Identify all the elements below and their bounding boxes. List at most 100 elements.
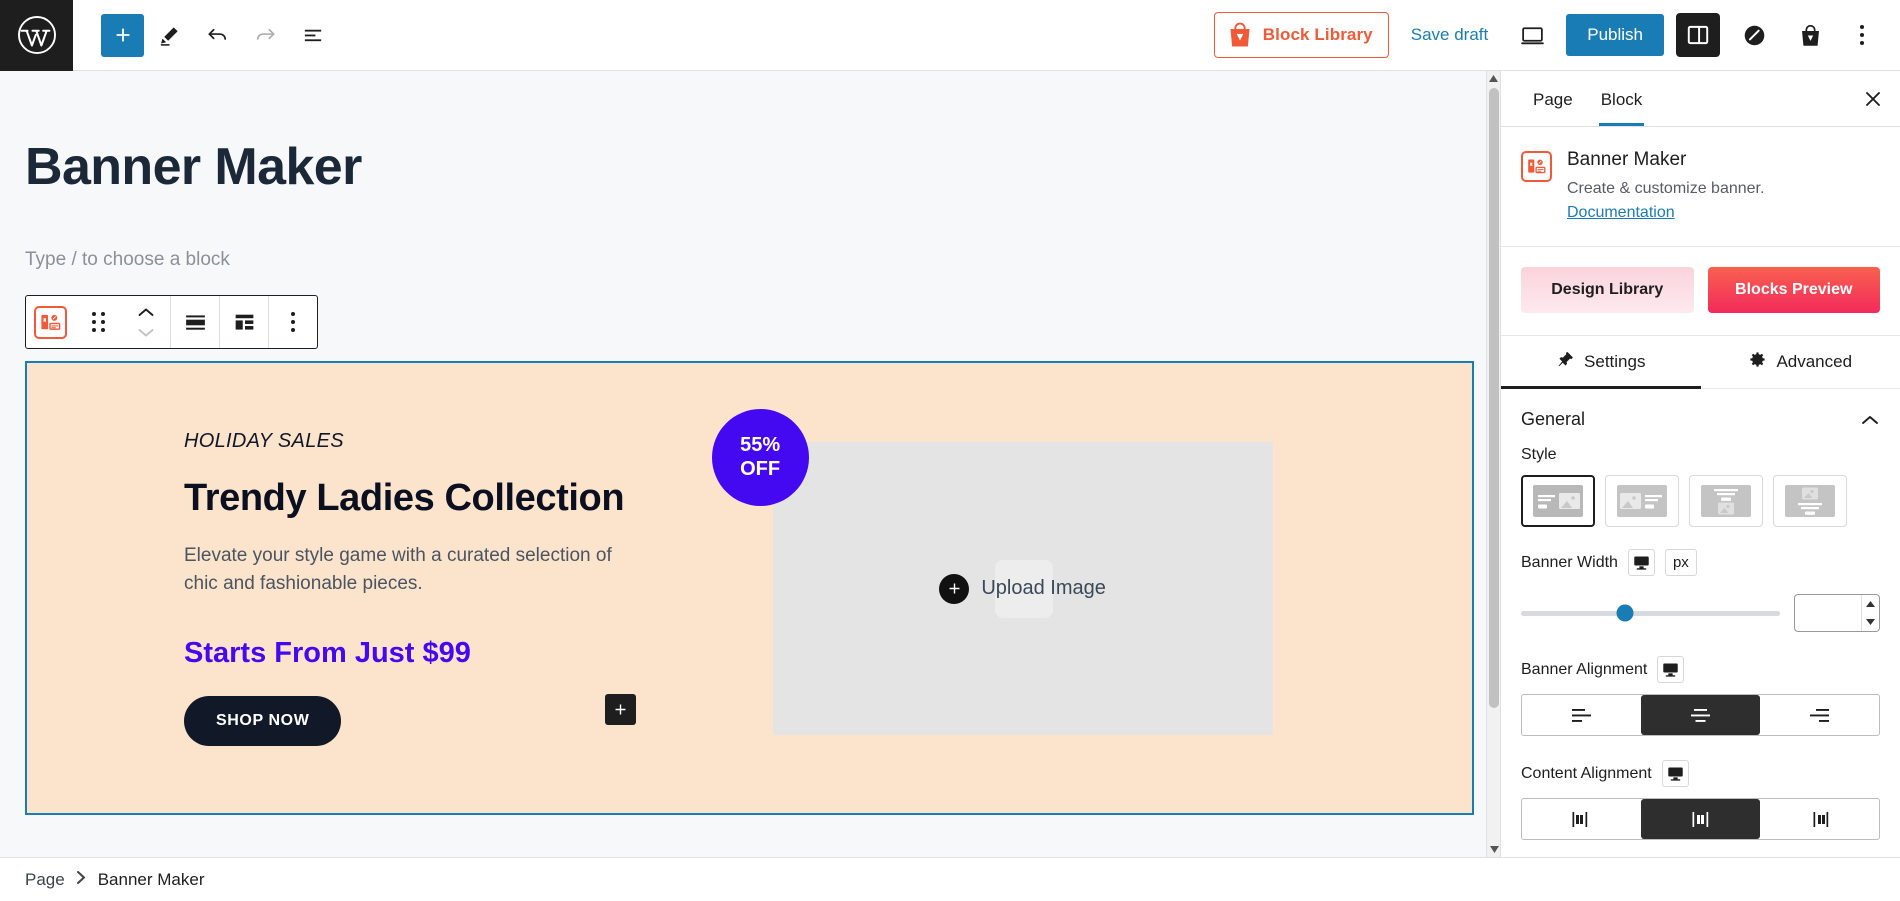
- desktop-icon[interactable]: [1661, 760, 1689, 787]
- style-field: Style: [1501, 446, 1900, 527]
- banner-block[interactable]: HOLIDAY SALES Trendy Ladies Collection E…: [25, 361, 1474, 815]
- wordpress-block-editor: Block Library Save draft Publish Banner …: [0, 0, 1900, 901]
- general-section-header[interactable]: General: [1501, 389, 1900, 446]
- inline-add-block-button[interactable]: [605, 694, 636, 725]
- subtab-advanced[interactable]: Advanced: [1701, 336, 1900, 388]
- number-spinner[interactable]: [1861, 595, 1879, 631]
- desktop-icon[interactable]: [1627, 549, 1655, 576]
- banner-width-unit[interactable]: px: [1664, 549, 1697, 576]
- banner-width-value[interactable]: [1795, 595, 1862, 631]
- upload-image-dropzone[interactable]: Upload Image 55% OFF: [711, 409, 1273, 735]
- style-option-image-left-text-right[interactable]: [1605, 475, 1679, 527]
- gear-icon: [1748, 350, 1767, 374]
- style-option-text-left-image-right[interactable]: [1521, 475, 1595, 527]
- banner-maker-block-icon: [1521, 151, 1552, 182]
- drag-handle-icon[interactable]: [74, 296, 122, 348]
- block-options-icon[interactable]: [269, 296, 317, 348]
- align-full-width-icon[interactable]: [171, 296, 219, 348]
- save-draft-button[interactable]: Save draft: [1401, 20, 1499, 50]
- tab-block[interactable]: Block: [1587, 73, 1657, 126]
- slider-knob[interactable]: [1616, 604, 1634, 622]
- style-option-text-top-image-bottom[interactable]: [1689, 475, 1763, 527]
- content-align-right[interactable]: [1760, 799, 1879, 839]
- content-alignment-label: Content Alignment: [1521, 764, 1652, 782]
- wordpress-logo-icon[interactable]: [0, 0, 73, 71]
- sidebar-subtabs: Settings Advanced: [1501, 335, 1900, 389]
- design-library-button[interactable]: Design Library: [1521, 267, 1694, 313]
- top-bar-right-tools: Block Library Save draft Publish: [1213, 12, 1900, 58]
- close-sidebar-icon[interactable]: [1852, 78, 1894, 120]
- page-title[interactable]: Banner Maker: [25, 141, 1500, 193]
- content-align-center[interactable]: [1641, 799, 1760, 839]
- breadcrumb-page[interactable]: Page: [25, 870, 65, 890]
- subtab-settings-label: Settings: [1584, 352, 1646, 371]
- banner-title[interactable]: Trendy Ladies Collection: [184, 477, 721, 520]
- banner-align-center[interactable]: [1641, 695, 1760, 735]
- block-type-button[interactable]: [26, 296, 74, 348]
- banner-alignment-field: Banner Alignment: [1501, 656, 1900, 736]
- layout-grid-icon[interactable]: [220, 296, 268, 348]
- scrollbar-thumb[interactable]: [1489, 88, 1499, 708]
- banner-alignment-label: Banner Alignment: [1521, 660, 1648, 678]
- banner-media-area: Upload Image 55% OFF: [711, 363, 1472, 813]
- document-overview-button[interactable]: [290, 12, 336, 58]
- banner-price[interactable]: Starts From Just $99: [184, 637, 721, 670]
- shop-bag-icon[interactable]: [1788, 13, 1832, 57]
- block-library-button[interactable]: Block Library: [1213, 12, 1389, 58]
- edit-tool-button[interactable]: [146, 12, 192, 58]
- style-label: Style: [1521, 446, 1557, 463]
- slash-circle-icon[interactable]: [1732, 13, 1776, 57]
- banner-description[interactable]: Elevate your style game with a curated s…: [184, 542, 624, 597]
- banner-width-number-input[interactable]: [1794, 594, 1880, 632]
- more-options-icon[interactable]: [1844, 13, 1880, 57]
- subtab-settings[interactable]: Settings: [1501, 336, 1701, 389]
- banner-width-controls: [1521, 594, 1880, 632]
- chevron-down-icon: [138, 328, 154, 336]
- publish-button[interactable]: Publish: [1566, 14, 1664, 56]
- discount-badge[interactable]: 55% OFF: [711, 409, 809, 506]
- sidebar-tabs: Page Block: [1501, 71, 1900, 127]
- banner-width-label-row: Banner Width px: [1521, 549, 1880, 576]
- move-block-buttons[interactable]: [122, 296, 170, 348]
- chevron-up-icon: [138, 308, 154, 316]
- banner-kicker[interactable]: HOLIDAY SALES: [184, 430, 721, 453]
- editor-top-bar: Block Library Save draft Publish: [0, 0, 1900, 71]
- block-library-label: Block Library: [1262, 25, 1373, 44]
- banner-width-field: Banner Width px: [1501, 549, 1900, 632]
- banner-alignment-options: [1521, 694, 1880, 736]
- chevron-right-icon: [76, 870, 87, 889]
- block-info-title: Banner Maker: [1567, 149, 1687, 170]
- add-block-button[interactable]: [101, 13, 144, 57]
- scroll-up-arrow-icon[interactable]: [1487, 71, 1500, 86]
- redo-button[interactable]: [242, 12, 288, 58]
- desktop-preview-icon[interactable]: [1510, 13, 1554, 57]
- undo-button[interactable]: [194, 12, 240, 58]
- banner-width-slider[interactable]: [1521, 604, 1780, 622]
- content-alignment-label-row: Content Alignment: [1521, 760, 1880, 787]
- style-options: [1521, 475, 1880, 527]
- sidebar-panel-icon[interactable]: [1676, 13, 1720, 57]
- blocks-preview-button[interactable]: Blocks Preview: [1707, 267, 1880, 313]
- spinner-up-icon[interactable]: [1862, 595, 1879, 613]
- settings-panel-scroll: General Style Banner Width px Banner Ali…: [1501, 389, 1900, 857]
- style-option-image-top-text-bottom[interactable]: [1773, 475, 1847, 527]
- banner-align-left[interactable]: [1522, 695, 1641, 735]
- documentation-link[interactable]: Documentation: [1567, 204, 1675, 222]
- content-align-left[interactable]: [1522, 799, 1641, 839]
- canvas-scrollbar[interactable]: [1486, 71, 1500, 857]
- breadcrumb-banner-maker[interactable]: Banner Maker: [98, 870, 205, 890]
- content-alignment-options: [1521, 798, 1880, 840]
- desktop-icon[interactable]: [1657, 656, 1685, 683]
- breadcrumb: Page Banner Maker: [0, 857, 1900, 901]
- banner-cta-button[interactable]: SHOP NOW: [184, 696, 342, 747]
- editor-body: Banner Maker Type / to choose a block HO…: [0, 71, 1900, 857]
- scroll-down-arrow-icon[interactable]: [1487, 842, 1500, 857]
- paragraph-placeholder[interactable]: Type / to choose a block: [25, 249, 1500, 271]
- pin-icon: [1556, 350, 1575, 374]
- banner-maker-block-icon: [33, 305, 67, 339]
- block-toolbar: [25, 295, 318, 349]
- spinner-down-icon[interactable]: [1862, 613, 1879, 631]
- banner-align-right[interactable]: [1760, 695, 1879, 735]
- tab-page[interactable]: Page: [1519, 73, 1587, 125]
- chevron-up-icon: [1862, 415, 1878, 424]
